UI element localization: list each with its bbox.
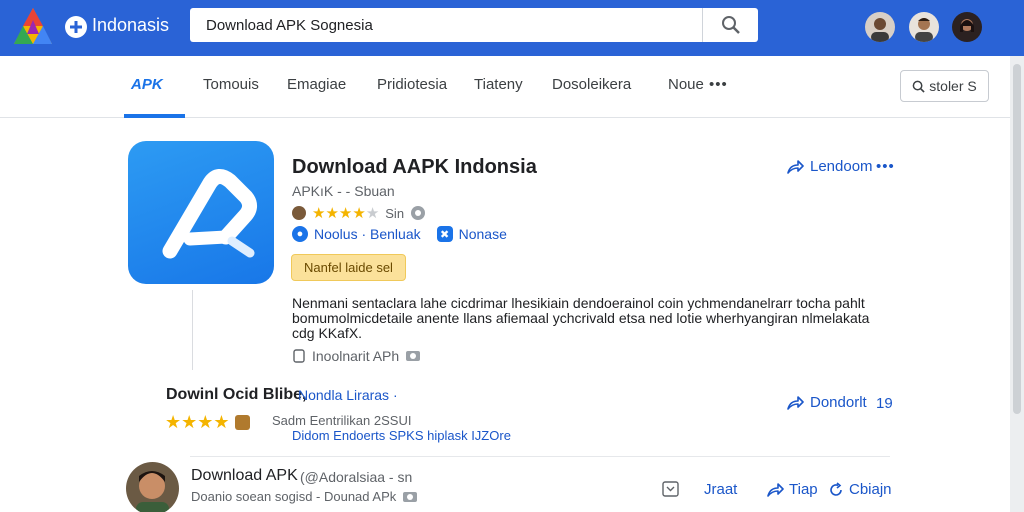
search-button[interactable] xyxy=(702,8,758,42)
listing2-info: Sadm Eentrilikan 2SSUI xyxy=(272,413,412,428)
image-icon xyxy=(406,351,421,361)
star-filled-icon: ★ xyxy=(338,205,353,222)
developer-avatar-icon xyxy=(292,206,306,220)
listing3-subtitle: Doanio soean sogisd - Dounad APk xyxy=(191,489,397,504)
brand-icon xyxy=(64,15,88,39)
rating-row: ★★★★★ Sin xyxy=(292,204,426,222)
listing2-info-secondary: Didom Endoerts SPKS hiplask IJZOre xyxy=(292,428,511,443)
listing3-action-3-label: Cbiajn xyxy=(849,481,892,498)
file-icon xyxy=(293,349,305,363)
share-button-label: stoler S xyxy=(929,78,977,94)
divider-vertical xyxy=(192,290,193,370)
tags-row: ● Noolus · Benluak ✖ Nonase xyxy=(292,225,507,243)
info-icon[interactable] xyxy=(410,205,426,221)
tab-more-icon[interactable]: ••• xyxy=(709,76,728,93)
rating-stars: ★★★★★ xyxy=(312,204,379,222)
download-label: Lendoom xyxy=(810,158,873,175)
platform-icon: ✖ xyxy=(436,226,453,242)
star-filled-icon: ★ xyxy=(213,412,230,432)
listing3-save-button[interactable] xyxy=(662,481,679,497)
listing3-action-1[interactable]: Jraat xyxy=(704,481,737,498)
app-description: Nenmani sentaclara lahe cicdrimar lhesik… xyxy=(292,295,870,341)
rating-text: Sin xyxy=(385,205,405,221)
listing2-title[interactable]: Dowinl Ocid Blibe, xyxy=(166,386,306,404)
scrollbar[interactable] xyxy=(1010,56,1024,512)
listing3-title[interactable]: Download APK xyxy=(191,467,298,485)
tab-emagiae[interactable]: Emagiae xyxy=(287,76,346,93)
share-button[interactable]: stoler S xyxy=(900,70,989,102)
search-icon xyxy=(721,16,740,34)
listing3-developer[interactable]: (@Adoralsiaa - sn xyxy=(300,469,412,485)
listing2-download-button[interactable]: Dondorlt xyxy=(786,394,867,411)
star-filled-icon: ★ xyxy=(352,205,366,222)
star-filled-icon: ★ xyxy=(165,412,182,432)
divider xyxy=(190,456,890,457)
app-subtitle: APKıK - - Sbuan xyxy=(292,183,395,199)
top-bar: Indonasis Download APK Sognesia xyxy=(0,0,1024,56)
tab-noue[interactable]: Noue xyxy=(668,76,704,93)
search-input[interactable]: Download APK Sognesia xyxy=(206,17,373,34)
app-icon[interactable] xyxy=(128,141,274,284)
tab-tiateny[interactable]: Tiateny xyxy=(474,76,523,93)
active-tab-indicator xyxy=(124,114,185,118)
nav-tabs: APK Tomouis Emagiae Pridiotesia Tiateny … xyxy=(0,56,1010,118)
tab-apk[interactable]: APK xyxy=(131,76,163,93)
app-title: Download AAPK Indonsia xyxy=(292,156,537,178)
star-filled-icon: ★ xyxy=(325,205,339,222)
status-badge: Nanfel laide sel xyxy=(291,254,406,281)
category-icon: ● xyxy=(292,226,308,242)
image-icon xyxy=(403,491,418,502)
more-options-icon[interactable]: ••• xyxy=(876,158,895,175)
platform-tag[interactable]: Nonase xyxy=(459,226,507,242)
listing2-rating-stars: ★★★★ xyxy=(165,412,250,433)
category-tag[interactable]: Noolus · Benluak xyxy=(314,226,421,242)
share-arrow-icon xyxy=(767,482,784,497)
refresh-icon xyxy=(830,481,842,496)
star-filled-icon: ★ xyxy=(197,412,214,432)
brand-name[interactable]: Indonasis xyxy=(92,15,169,36)
star-filled-icon: ★ xyxy=(181,412,198,432)
scrollbar-thumb[interactable] xyxy=(1013,64,1021,414)
tab-dosoleikera[interactable]: Dosoleikera xyxy=(552,76,631,93)
star-empty-icon: ★ xyxy=(365,205,380,222)
avatar-user-2[interactable] xyxy=(909,12,939,42)
listing2-thumb-icon xyxy=(234,415,250,430)
tab-pridiotesia[interactable]: Pridiotesia xyxy=(377,76,447,93)
listing3-action-2[interactable]: Tiap xyxy=(766,481,818,498)
star-filled-icon: ★ xyxy=(312,205,326,222)
listing2-count: 19 xyxy=(876,395,893,412)
share-arrow-icon xyxy=(787,395,804,410)
tab-tomouis[interactable]: Tomouis xyxy=(203,76,259,93)
listing3-subtitle-row: Doanio soean sogisd - Dounad APk xyxy=(191,489,418,504)
avatar-user-3[interactable] xyxy=(952,12,982,42)
bookmark-icon xyxy=(662,481,679,497)
listing2-developer[interactable]: Nondla Liraras · xyxy=(298,387,398,403)
meta-text: Inoolnarit APh xyxy=(312,348,400,364)
app-logo-icon[interactable] xyxy=(12,6,54,48)
listing2-download-label: Dondorlt xyxy=(810,394,867,411)
share-arrow-icon xyxy=(787,159,804,174)
avatar-user-1[interactable] xyxy=(865,12,895,42)
app-meta: Inoolnarit APh xyxy=(292,348,421,364)
search-icon xyxy=(912,80,925,93)
listing3-avatar[interactable] xyxy=(126,462,179,512)
listing3-action-3[interactable]: Cbiajn xyxy=(828,481,892,498)
download-button[interactable]: Lendoom xyxy=(786,158,873,175)
listing3-action-2-label: Tiap xyxy=(789,481,818,498)
search-bar[interactable]: Download APK Sognesia xyxy=(190,8,758,42)
